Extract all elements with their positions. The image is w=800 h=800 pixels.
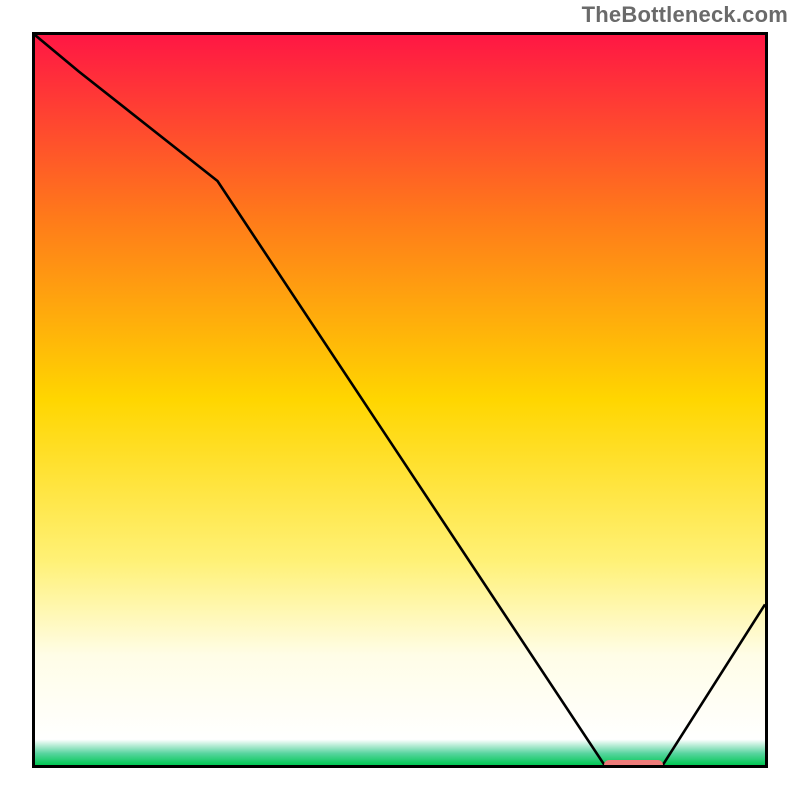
watermark-text: TheBottleneck.com <box>582 2 788 28</box>
chart-svg <box>35 35 765 765</box>
plot-area <box>32 32 768 768</box>
chart-container: TheBottleneck.com <box>0 0 800 800</box>
heat-background <box>35 35 765 765</box>
optimum-range-marker <box>604 760 662 768</box>
